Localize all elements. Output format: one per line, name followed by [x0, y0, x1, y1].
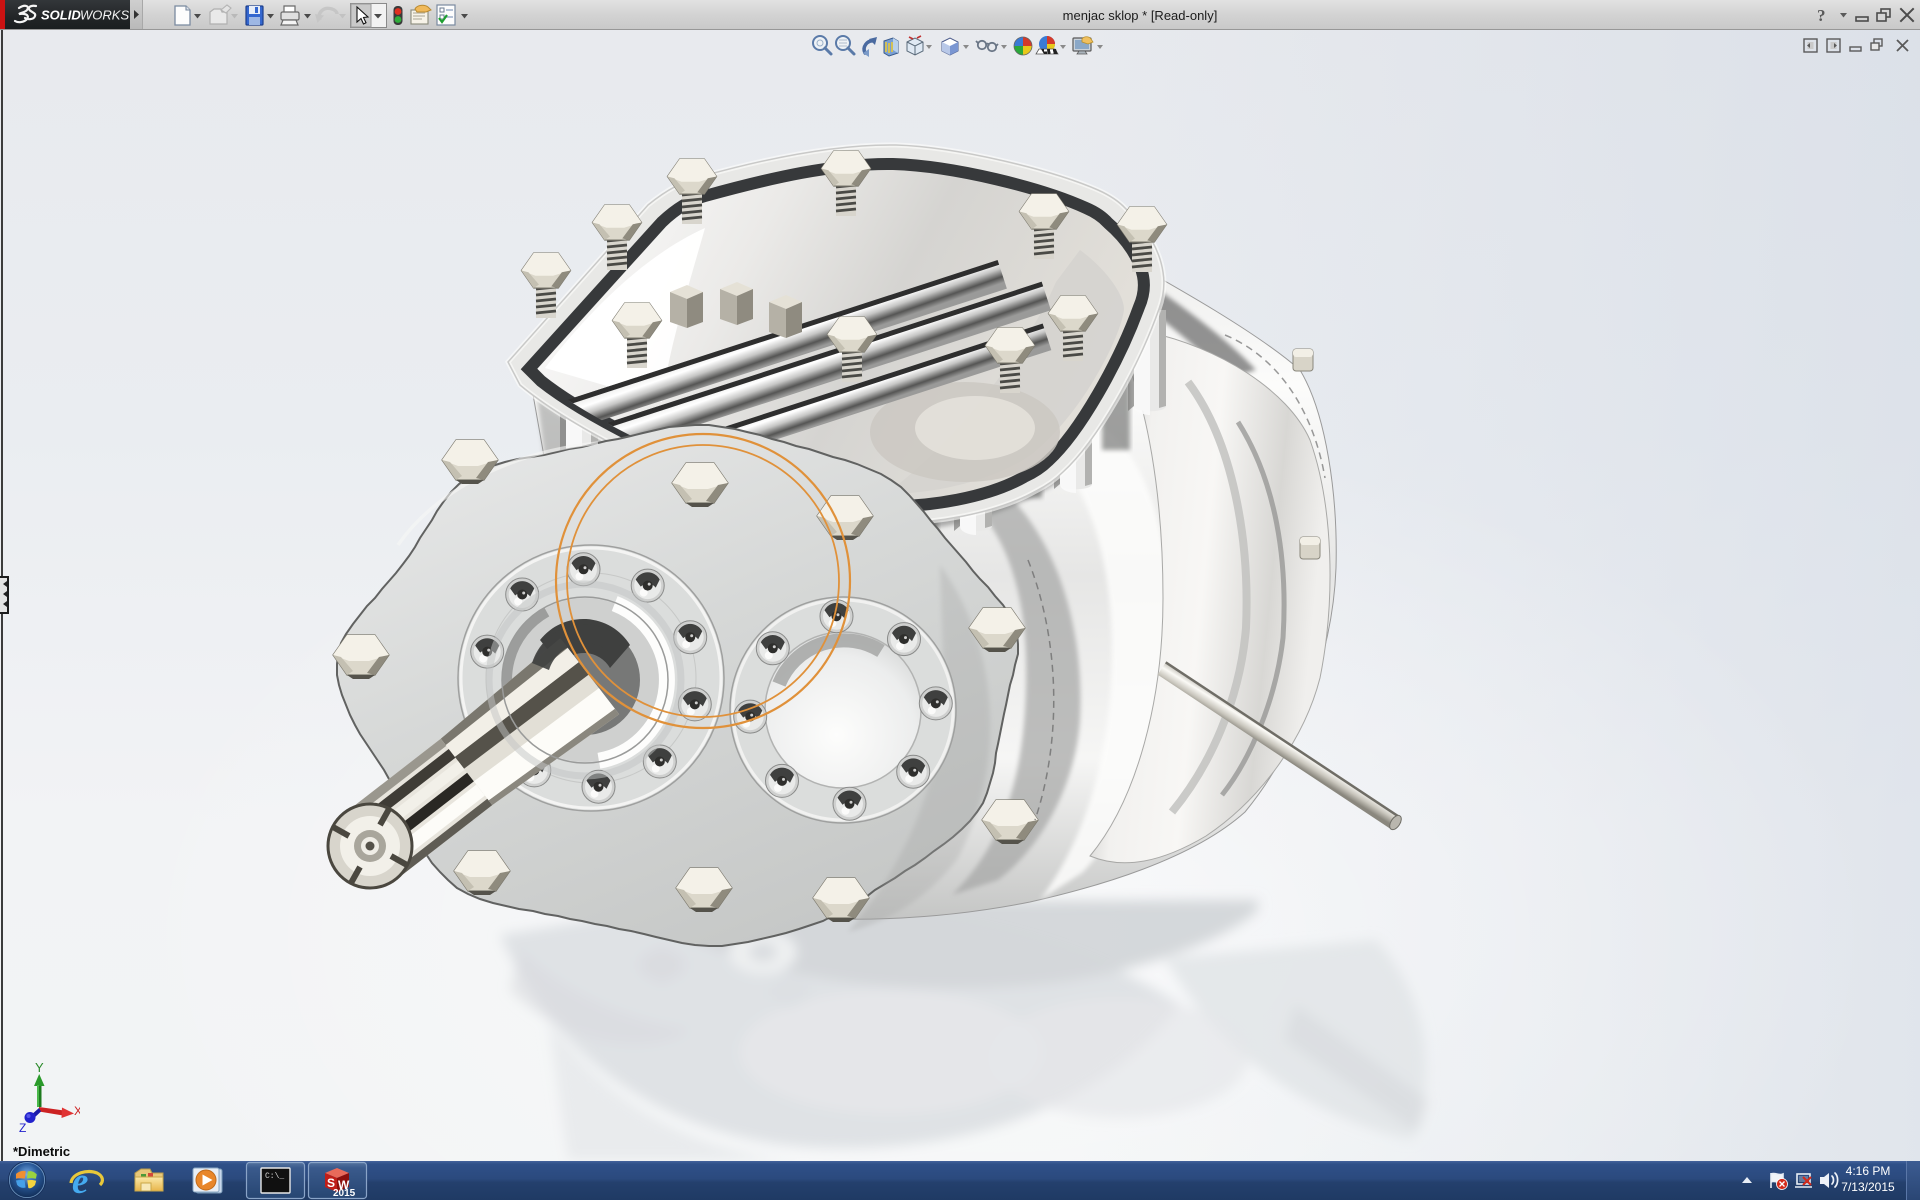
svg-text:SOLID: SOLID [41, 8, 81, 23]
svg-text:WORKS: WORKS [80, 8, 129, 23]
svg-text:Z: Z [19, 1121, 26, 1135]
svg-text:Y: Y [35, 1060, 44, 1075]
svg-text:2015: 2015 [333, 1188, 356, 1199]
svg-text:?: ? [1817, 6, 1826, 25]
svg-text:X: X [74, 1104, 80, 1118]
svg-text:e: e [72, 1161, 88, 1200]
svg-text:C:\_: C:\_ [265, 1172, 284, 1181]
